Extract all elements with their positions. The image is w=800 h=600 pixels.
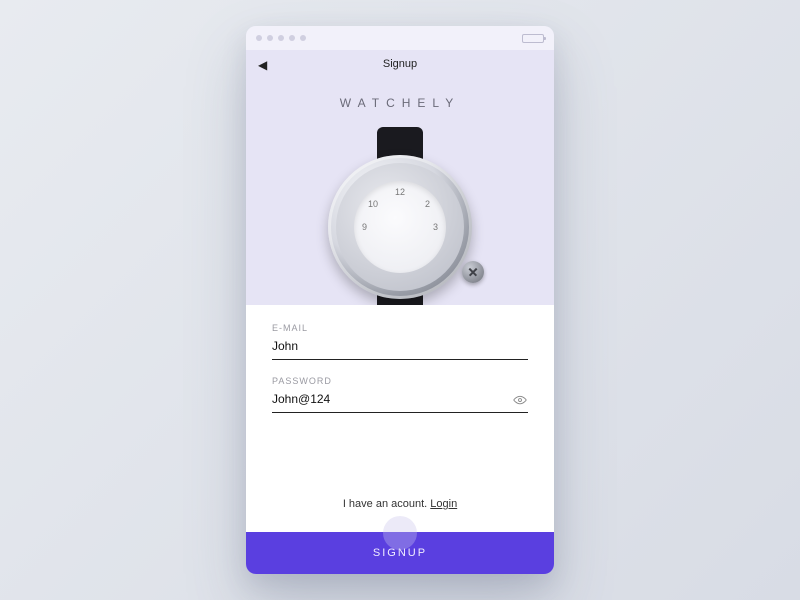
- email-label: E-MAIL: [272, 323, 528, 333]
- dial-number: 3: [433, 222, 438, 232]
- window-chrome: [246, 26, 554, 50]
- window-dots: [256, 35, 306, 41]
- eye-icon[interactable]: [512, 395, 528, 405]
- app-frame: ◀ Signup WATCHELY 12 2 3 9 10: [246, 26, 554, 574]
- watch-case: 12 2 3 9 10: [328, 155, 472, 299]
- dot-icon: [267, 35, 273, 41]
- login-link[interactable]: Login: [430, 498, 457, 510]
- dial-number: 9: [362, 222, 367, 232]
- signup-button-label: SIGNUP: [373, 547, 427, 559]
- watch-illustration: 12 2 3 9 10: [310, 137, 490, 306]
- brand-logo: WATCHELY: [246, 78, 554, 120]
- dial-number: 10: [368, 199, 378, 209]
- dot-icon: [278, 35, 284, 41]
- password-field-group: PASSWORD: [272, 376, 528, 413]
- password-input[interactable]: [272, 388, 528, 413]
- watch-dial: 12 2 3 9 10: [354, 181, 446, 273]
- signup-form: E-MAIL PASSWORD I have an acount. Login: [246, 305, 554, 532]
- dial-number: 12: [395, 187, 405, 197]
- password-label: PASSWORD: [272, 376, 528, 386]
- battery-icon: [522, 34, 544, 43]
- dial-number: 2: [425, 199, 430, 209]
- dot-icon: [289, 35, 295, 41]
- login-prompt-text: I have an acount.: [343, 498, 430, 510]
- dot-icon: [256, 35, 262, 41]
- nav-bar: ◀ Signup: [246, 50, 554, 78]
- dot-icon: [300, 35, 306, 41]
- email-field-group: E-MAIL: [272, 323, 528, 360]
- email-input[interactable]: [272, 335, 528, 360]
- back-icon[interactable]: ◀: [258, 58, 267, 72]
- watch-crown-icon: [462, 261, 484, 283]
- hero-image: 12 2 3 9 10: [246, 120, 554, 305]
- signup-button[interactable]: SIGNUP: [246, 532, 554, 574]
- watch-bezel: 12 2 3 9 10: [336, 163, 464, 291]
- page-title: Signup: [383, 58, 417, 70]
